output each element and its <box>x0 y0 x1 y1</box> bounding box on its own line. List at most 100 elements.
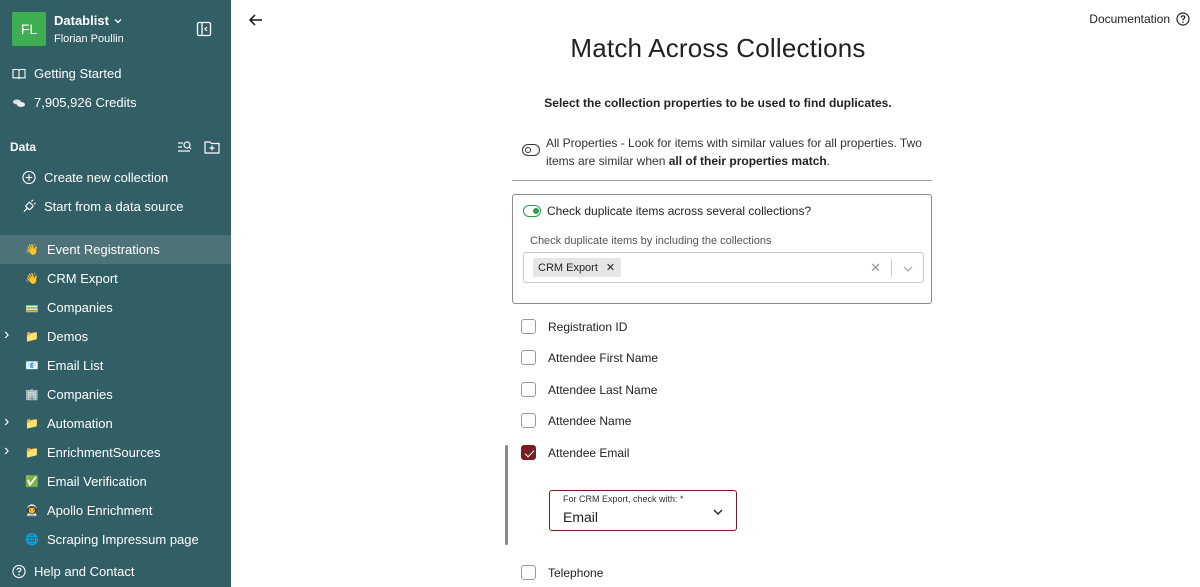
workspace-switcher[interactable]: FL Datablist Florian Poullin <box>12 12 124 46</box>
match-field-select[interactable]: For CRM Export, check with: * Email <box>549 490 737 531</box>
property-option[interactable]: Attendee Name <box>521 413 631 428</box>
collection-label: EnrichmentSources <box>47 445 161 460</box>
property-label: Telephone <box>548 565 604 580</box>
collection-label: Apollo Enrichment <box>47 503 153 518</box>
match-field-label: For CRM Export, check with: * <box>563 494 684 504</box>
property-label: Attendee Email <box>548 445 630 460</box>
add-folder-icon[interactable] <box>204 140 220 154</box>
page-title: Match Across Collections <box>570 33 866 63</box>
help-contact-label: Help and Contact <box>34 564 135 579</box>
chevron-right-icon[interactable]: › <box>4 326 9 344</box>
property-option[interactable]: Attendee First Name <box>521 350 658 365</box>
sidebar-collection-item[interactable]: 🌐 Scraping Impressum page <box>0 525 231 554</box>
create-collection-label: Create new collection <box>44 170 169 185</box>
chip-label: CRM Export <box>538 261 598 274</box>
property-checkbox[interactable] <box>521 565 536 580</box>
help-icon <box>12 564 26 579</box>
getting-started-link[interactable]: Getting Started <box>12 66 121 81</box>
sidebar-collection-item[interactable]: 👋 Event Registrations <box>0 235 231 264</box>
property-checkbox[interactable] <box>521 350 536 365</box>
documentation-label: Documentation <box>1089 12 1170 26</box>
collection-chip: CRM Export ✕ <box>533 258 622 277</box>
collection-label: Automation <box>47 416 113 431</box>
chevron-down-icon[interactable] <box>902 263 914 275</box>
search-list-icon[interactable] <box>177 140 192 154</box>
property-label: Registration ID <box>548 319 628 334</box>
property-checkbox[interactable] <box>521 445 536 460</box>
chevron-down-icon <box>713 509 723 515</box>
sidebar-collection-item[interactable]: ✅ Email Verification <box>0 467 231 496</box>
collection-label: Email Verification <box>47 474 147 489</box>
collection-label: CRM Export <box>47 271 118 286</box>
collection-label: Companies <box>47 300 113 315</box>
property-label: Attendee First Name <box>548 350 659 365</box>
page-subtitle: Select the collection properties to be u… <box>544 96 892 110</box>
clear-selection-icon[interactable]: ✕ <box>870 260 881 276</box>
collection-select-hint: Check duplicate items by including the c… <box>530 235 772 247</box>
match-field-value: Email <box>563 509 599 525</box>
sidebar-collection-item[interactable]: 🚃 Companies <box>0 293 231 322</box>
collection-label: Companies <box>47 387 113 402</box>
all-properties-description: All Properties - Look for items with sim… <box>546 136 922 168</box>
collections-multiselect[interactable]: CRM Export ✕ ✕ <box>523 252 924 283</box>
collection-emoji-icon: 📁 <box>25 447 39 459</box>
property-option[interactable]: Telephone <box>521 565 603 580</box>
property-checkbox[interactable] <box>521 413 536 428</box>
sidebar-collection-item[interactable]: › 📁 Automation <box>0 409 231 438</box>
cross-collection-toggle[interactable] <box>523 205 541 217</box>
sidebar-collection-item[interactable]: 📧 Email List <box>0 351 231 380</box>
property-label: Attendee Name <box>548 413 632 428</box>
sidebar-collection-item[interactable]: › 📁 EnrichmentSources <box>0 438 231 467</box>
sidebar-toggle-icon[interactable] <box>196 21 212 37</box>
data-heading: Data <box>10 140 37 154</box>
chevron-right-icon[interactable]: › <box>4 413 9 431</box>
help-icon <box>1176 12 1190 26</box>
documentation-link[interactable]: Documentation <box>1089 12 1190 26</box>
coins-icon <box>12 96 26 110</box>
collection-label: Event Registrations <box>47 242 160 257</box>
property-option[interactable]: Attendee Last Name <box>521 382 657 397</box>
sidebar-collection-item[interactable]: › 📁 Demos <box>0 322 231 351</box>
selection-indicator <box>505 445 508 545</box>
start-data-source-label: Start from a data source <box>44 199 184 214</box>
select-separator <box>891 259 892 277</box>
credits-label: 7,905,926 Credits <box>34 95 137 110</box>
workspace-name: Datablist <box>54 13 109 28</box>
collection-emoji-icon: 🏢 <box>25 389 39 401</box>
property-option[interactable]: Attendee Email <box>521 445 629 460</box>
sidebar-collection-item[interactable]: 🏢 Companies <box>0 380 231 409</box>
sidebar-collection-item[interactable]: 👨‍🚀 Apollo Enrichment <box>0 496 231 525</box>
create-collection-button[interactable]: Create new collection <box>22 170 168 185</box>
getting-started-label: Getting Started <box>34 66 122 81</box>
help-contact-link[interactable]: Help and Contact <box>12 564 134 579</box>
book-icon <box>12 67 26 81</box>
remove-chip-icon[interactable]: ✕ <box>606 261 615 274</box>
start-data-source-button[interactable]: Start from a data source <box>22 199 183 214</box>
property-checkbox[interactable] <box>521 319 536 334</box>
collection-label: Scraping Impressum page <box>47 532 199 547</box>
user-name: Florian Poullin <box>54 33 124 45</box>
collection-emoji-icon: 📁 <box>25 331 39 343</box>
collection-emoji-icon: 🚃 <box>25 302 39 314</box>
all-properties-toggle[interactable] <box>522 144 540 156</box>
cross-collection-question: Check duplicate items across several col… <box>547 204 812 218</box>
collection-emoji-icon: 📁 <box>25 418 39 430</box>
sidebar: FL Datablist Florian Poullin Getting Sta… <box>0 0 231 587</box>
credits-link[interactable]: 7,905,926 Credits <box>12 95 137 110</box>
divider <box>512 180 932 181</box>
collection-emoji-icon: 👋 <box>25 244 39 256</box>
chevron-right-icon[interactable]: › <box>4 442 9 460</box>
collection-label: Email List <box>47 358 104 373</box>
collection-emoji-icon: 📧 <box>25 360 39 372</box>
collection-emoji-icon: ✅ <box>25 476 39 488</box>
collection-emoji-icon: 🌐 <box>25 534 39 546</box>
property-option[interactable]: Registration ID <box>521 319 627 334</box>
avatar: FL <box>12 12 46 46</box>
property-checkbox[interactable] <box>521 382 536 397</box>
back-arrow-icon[interactable] <box>247 11 265 29</box>
property-label: Attendee Last Name <box>548 382 658 397</box>
chevron-down-icon <box>114 18 122 23</box>
collection-emoji-icon: 👋 <box>25 273 39 285</box>
sidebar-collection-item[interactable]: 👋 CRM Export <box>0 264 231 293</box>
collection-emoji-icon: 👨‍🚀 <box>25 505 39 517</box>
